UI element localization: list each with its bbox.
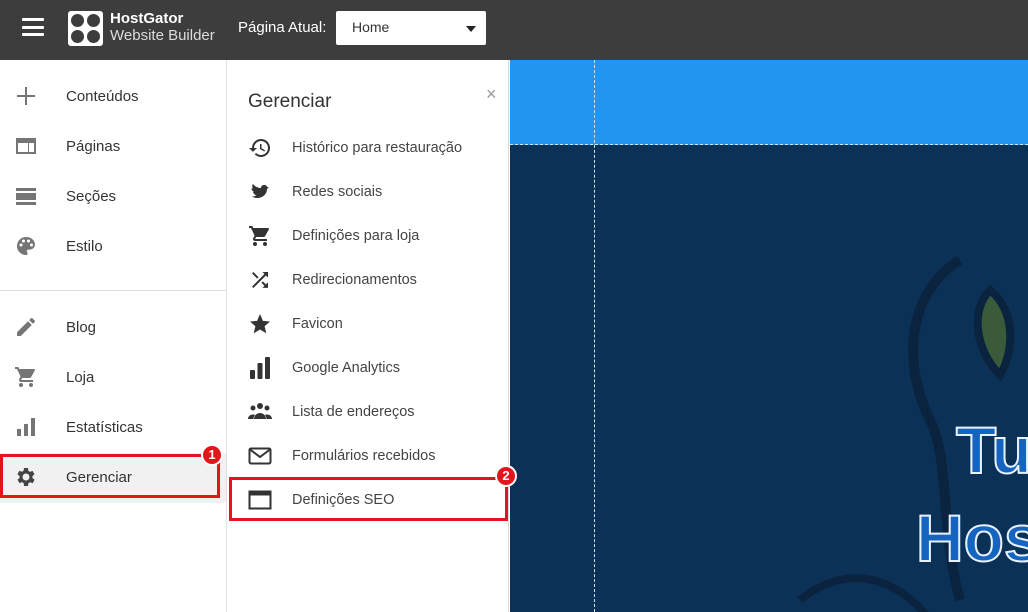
sidebar-item-paginas[interactable]: Páginas: [0, 122, 226, 172]
current-page-label: Página Atual:: [238, 19, 327, 36]
panel-item-definicoes-loja[interactable]: Definições para loja: [228, 214, 508, 258]
shuffle-icon: [252, 272, 268, 288]
brand-product: Website Builder: [110, 27, 215, 44]
current-page-value: Home: [352, 19, 390, 35]
pencil-icon: [17, 318, 35, 336]
sidebar-item-label: Conteúdos: [66, 88, 139, 105]
brand-logo-text: HostGator Website Builder: [110, 10, 215, 44]
guide-line: [594, 60, 595, 612]
sidebar-item-blog[interactable]: Blog: [0, 303, 226, 353]
plus-icon: [17, 87, 35, 105]
panel-item-redirecionamentos[interactable]: Redirecionamentos: [228, 258, 508, 302]
panel-item-formularios[interactable]: Formulários recebidos: [228, 434, 508, 478]
envelope-icon: [248, 447, 272, 465]
cart-icon: [15, 367, 35, 387]
hero-heading-line1: Tu: [955, 412, 1028, 488]
bird-icon: [251, 184, 269, 198]
panel-item-label: Definições para loja: [292, 228, 420, 244]
panel-item-label: Redes sociais: [292, 184, 383, 200]
panel-item-favicon[interactable]: Favicon: [228, 302, 508, 346]
panel-item-google-analytics[interactable]: Google Analytics: [228, 346, 508, 390]
panel-item-label: Histórico para restauração: [292, 140, 463, 156]
manage-panel: Gerenciar × Histórico para restauração R…: [228, 60, 509, 612]
current-page-select[interactable]: Home: [336, 11, 486, 45]
sidebar-divider: [0, 290, 226, 291]
step-badge-2: 2: [495, 465, 517, 487]
cart-icon: [249, 226, 269, 246]
sidebar-item-estatisticas[interactable]: Estatísticas: [0, 403, 226, 453]
panel-item-label: Redirecionamentos: [292, 272, 417, 288]
hero-heading-line2: Hos: [915, 500, 1028, 576]
palette-icon: [17, 237, 35, 255]
sidebar-item-label: Seções: [66, 188, 117, 205]
panel-item-label: Google Analytics: [292, 360, 401, 376]
history-icon: [249, 138, 271, 157]
brand-name: HostGator: [110, 10, 184, 27]
sidebar-item-loja[interactable]: Loja: [0, 353, 226, 403]
sidebar-item-label: Páginas: [66, 138, 121, 155]
panel-item-lista-enderecos[interactable]: Lista de endereços: [228, 390, 508, 434]
chevron-down-icon: [466, 26, 476, 32]
preview-header-section[interactable]: [510, 60, 1028, 145]
sections-icon: [16, 188, 36, 205]
star-icon: [250, 314, 270, 334]
bar-chart-icon: [17, 418, 35, 436]
panel-item-historico[interactable]: Histórico para restauração: [228, 126, 508, 170]
analytics-icon: [250, 357, 270, 379]
step-badge-1: 1: [201, 444, 223, 466]
sidebar: Conteúdos Páginas Seções Estilo Blog Loj…: [0, 60, 227, 612]
sidebar-item-label: Estilo: [66, 238, 103, 255]
highlight-box-definicoes-seo: [229, 477, 508, 521]
sidebar-item-label: Estatísticas: [66, 419, 143, 436]
people-icon: [248, 403, 272, 419]
close-icon[interactable]: ×: [486, 84, 497, 105]
sidebar-item-label: Blog: [66, 319, 97, 336]
sidebar-item-label: Loja: [66, 369, 95, 386]
panel-item-label: Formulários recebidos: [292, 448, 436, 464]
pages-icon: [16, 138, 36, 154]
hamburger-menu-icon[interactable]: [22, 18, 44, 36]
panel-item-label: Lista de endereços: [292, 404, 415, 420]
sidebar-item-secoes[interactable]: Seções: [0, 172, 226, 222]
hostgator-logo-icon: [68, 11, 103, 46]
panel-item-redes-sociais[interactable]: Redes sociais: [228, 170, 508, 214]
sidebar-item-conteudos[interactable]: Conteúdos: [0, 72, 226, 122]
sidebar-item-estilo[interactable]: Estilo: [0, 222, 226, 272]
highlight-box-gerenciar: [0, 454, 220, 498]
site-preview-canvas[interactable]: Tu Hos: [510, 60, 1028, 612]
panel-item-label: Favicon: [292, 316, 343, 332]
top-bar: HostGator Website Builder Página Atual: …: [0, 0, 1028, 60]
panel-title: Gerenciar: [248, 91, 332, 112]
